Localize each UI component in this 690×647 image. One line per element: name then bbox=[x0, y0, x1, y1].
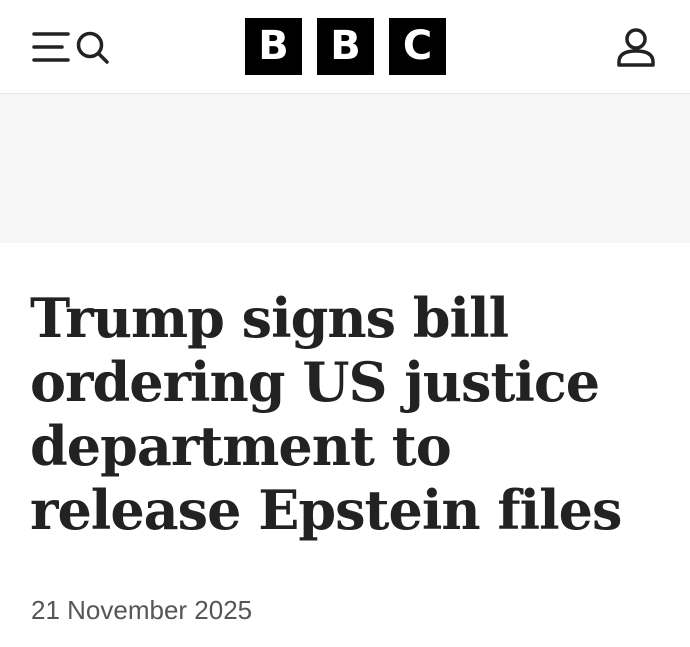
headline-line: release Epstein files bbox=[30, 478, 622, 542]
article-headline: Trump signs bill ordering US justice dep… bbox=[30, 286, 670, 542]
logo-letter: B bbox=[245, 18, 302, 75]
user-account-icon bbox=[617, 28, 655, 67]
headline-line: ordering US justice bbox=[30, 350, 600, 414]
headline-line: Trump signs bill bbox=[30, 286, 509, 350]
advertisement-slot bbox=[0, 94, 690, 243]
search-icon bbox=[76, 31, 109, 64]
menu-search-button[interactable] bbox=[32, 28, 110, 68]
article-date: 21 November 2025 bbox=[31, 595, 253, 625]
logo-letter: B bbox=[317, 18, 374, 75]
site-header: B B C bbox=[0, 0, 690, 94]
account-button[interactable] bbox=[614, 26, 658, 70]
bbc-logo[interactable]: B B C bbox=[245, 18, 446, 75]
headline-line: department to bbox=[30, 414, 452, 478]
menu-icon bbox=[32, 31, 109, 64]
logo-letter: C bbox=[389, 18, 446, 75]
